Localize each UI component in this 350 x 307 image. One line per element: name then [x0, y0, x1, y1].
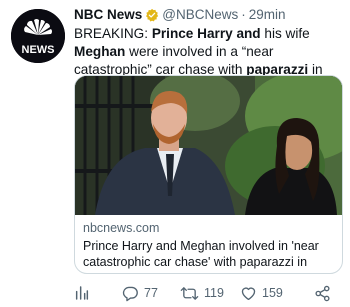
- nbc-news-avatar[interactable]: NEWS: [11, 9, 65, 63]
- author-handle[interactable]: @NBCNews: [162, 7, 238, 22]
- share-button[interactable]: [314, 285, 331, 302]
- reply-count: 77: [144, 286, 158, 300]
- card-photo: [75, 76, 342, 215]
- author-name[interactable]: NBC News: [74, 7, 142, 22]
- avatar-wordmark: NEWS: [22, 44, 55, 56]
- retweet-icon: [180, 286, 199, 300]
- tweet-text-part: his wife: [260, 26, 310, 41]
- card-domain: nbcnews.com: [83, 221, 160, 235]
- retweet-count: 119: [204, 286, 224, 300]
- analytics-button[interactable]: [74, 285, 122, 301]
- like-button[interactable]: 159: [240, 285, 314, 301]
- tweet-text-bold: Prince Harry and: [151, 26, 261, 41]
- tweet-text-bold: Meghan: [74, 44, 126, 59]
- reply-icon: [122, 286, 138, 301]
- tweet-header: NBC News @NBCNews · 29min: [74, 5, 346, 24]
- like-icon: [241, 287, 256, 301]
- card-title: Prince Harry and Meghan involved in 'nea…: [83, 239, 319, 273]
- nbc-peacock-logo: NEWS: [11, 9, 65, 63]
- like-count: 159: [262, 286, 283, 300]
- analytics-icon: [75, 286, 89, 300]
- link-preview-card[interactable]: nbcnews.com Prince Harry and Meghan invo…: [74, 75, 343, 274]
- card-meta: nbcnews.com Prince Harry and Meghan invo…: [75, 215, 342, 273]
- tweet-timestamp[interactable]: 29min: [249, 7, 286, 22]
- tweet-actions: 77 119 159: [74, 282, 346, 304]
- verified-badge-icon: [145, 8, 159, 22]
- reply-button[interactable]: 77: [122, 285, 180, 302]
- share-icon: [315, 285, 330, 301]
- tweet-text-part: BREAKING:: [74, 26, 152, 41]
- separator-dot: ·: [241, 7, 246, 22]
- retweet-button[interactable]: 119: [180, 285, 240, 302]
